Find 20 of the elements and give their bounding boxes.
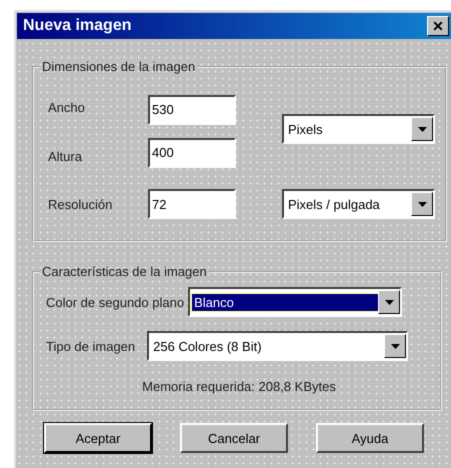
dropdown[interactable]: 256 Colores (8 Bit): [147, 331, 408, 361]
dropdown[interactable]: Pixels / pulgada: [282, 189, 435, 220]
field-label: Resolución: [48, 196, 114, 212]
dropdown[interactable]: Blanco: [188, 287, 402, 317]
dropdown[interactable]: Pixels: [282, 114, 435, 144]
close-button[interactable]: ×: [427, 16, 449, 36]
dialog-button[interactable]: Aceptar: [44, 423, 152, 453]
input-field[interactable]: 72: [148, 189, 236, 220]
group-title: Características de la imagen: [41, 264, 208, 279]
group-title: Dimensiones de la imagen: [41, 59, 196, 74]
field-label: Tipo de imagen: [46, 338, 136, 354]
memory-text: Memoria requerida: 208,8 KBytes: [141, 379, 337, 394]
dialog-button[interactable]: Ayuda: [316, 423, 424, 453]
dialog-button[interactable]: Cancelar: [180, 423, 288, 453]
field-label: Color de segundo plano: [46, 294, 184, 310]
window-title: Nueva imagen: [23, 17, 132, 35]
field-label: Altura: [48, 149, 83, 164]
input-field[interactable]: 400: [148, 138, 236, 168]
field-label: Ancho: [48, 100, 86, 116]
input-field[interactable]: 530: [148, 94, 236, 125]
